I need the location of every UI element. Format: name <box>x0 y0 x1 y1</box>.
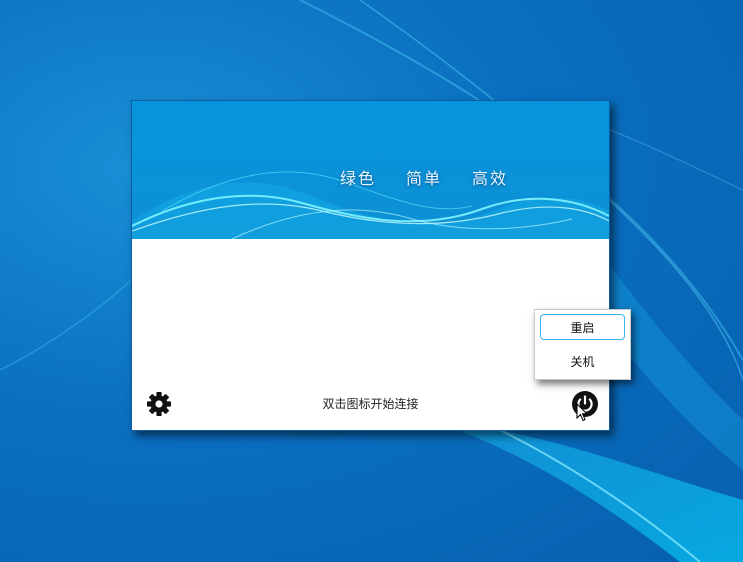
banner: 绿色 简单 高效 <box>132 101 609 239</box>
slogan-word-green: 绿色 <box>340 169 377 188</box>
slogan-word-efficient: 高效 <box>472 169 509 188</box>
mouse-cursor-icon <box>576 403 588 422</box>
desktop-background: 绿色 简单 高效 双击图标开始连接 重启 关机 <box>0 0 743 562</box>
menu-item-restart[interactable]: 重启 <box>540 314 625 340</box>
menu-item-shutdown[interactable]: 关机 <box>540 349 625 375</box>
slogan-word-simple: 简单 <box>406 169 443 188</box>
login-dialog: 绿色 简单 高效 双击图标开始连接 <box>131 100 610 431</box>
status-hint: 双击图标开始连接 <box>322 397 419 411</box>
power-menu: 重启 关机 <box>534 309 631 380</box>
slogan: 绿色 简单 高效 <box>340 165 508 189</box>
